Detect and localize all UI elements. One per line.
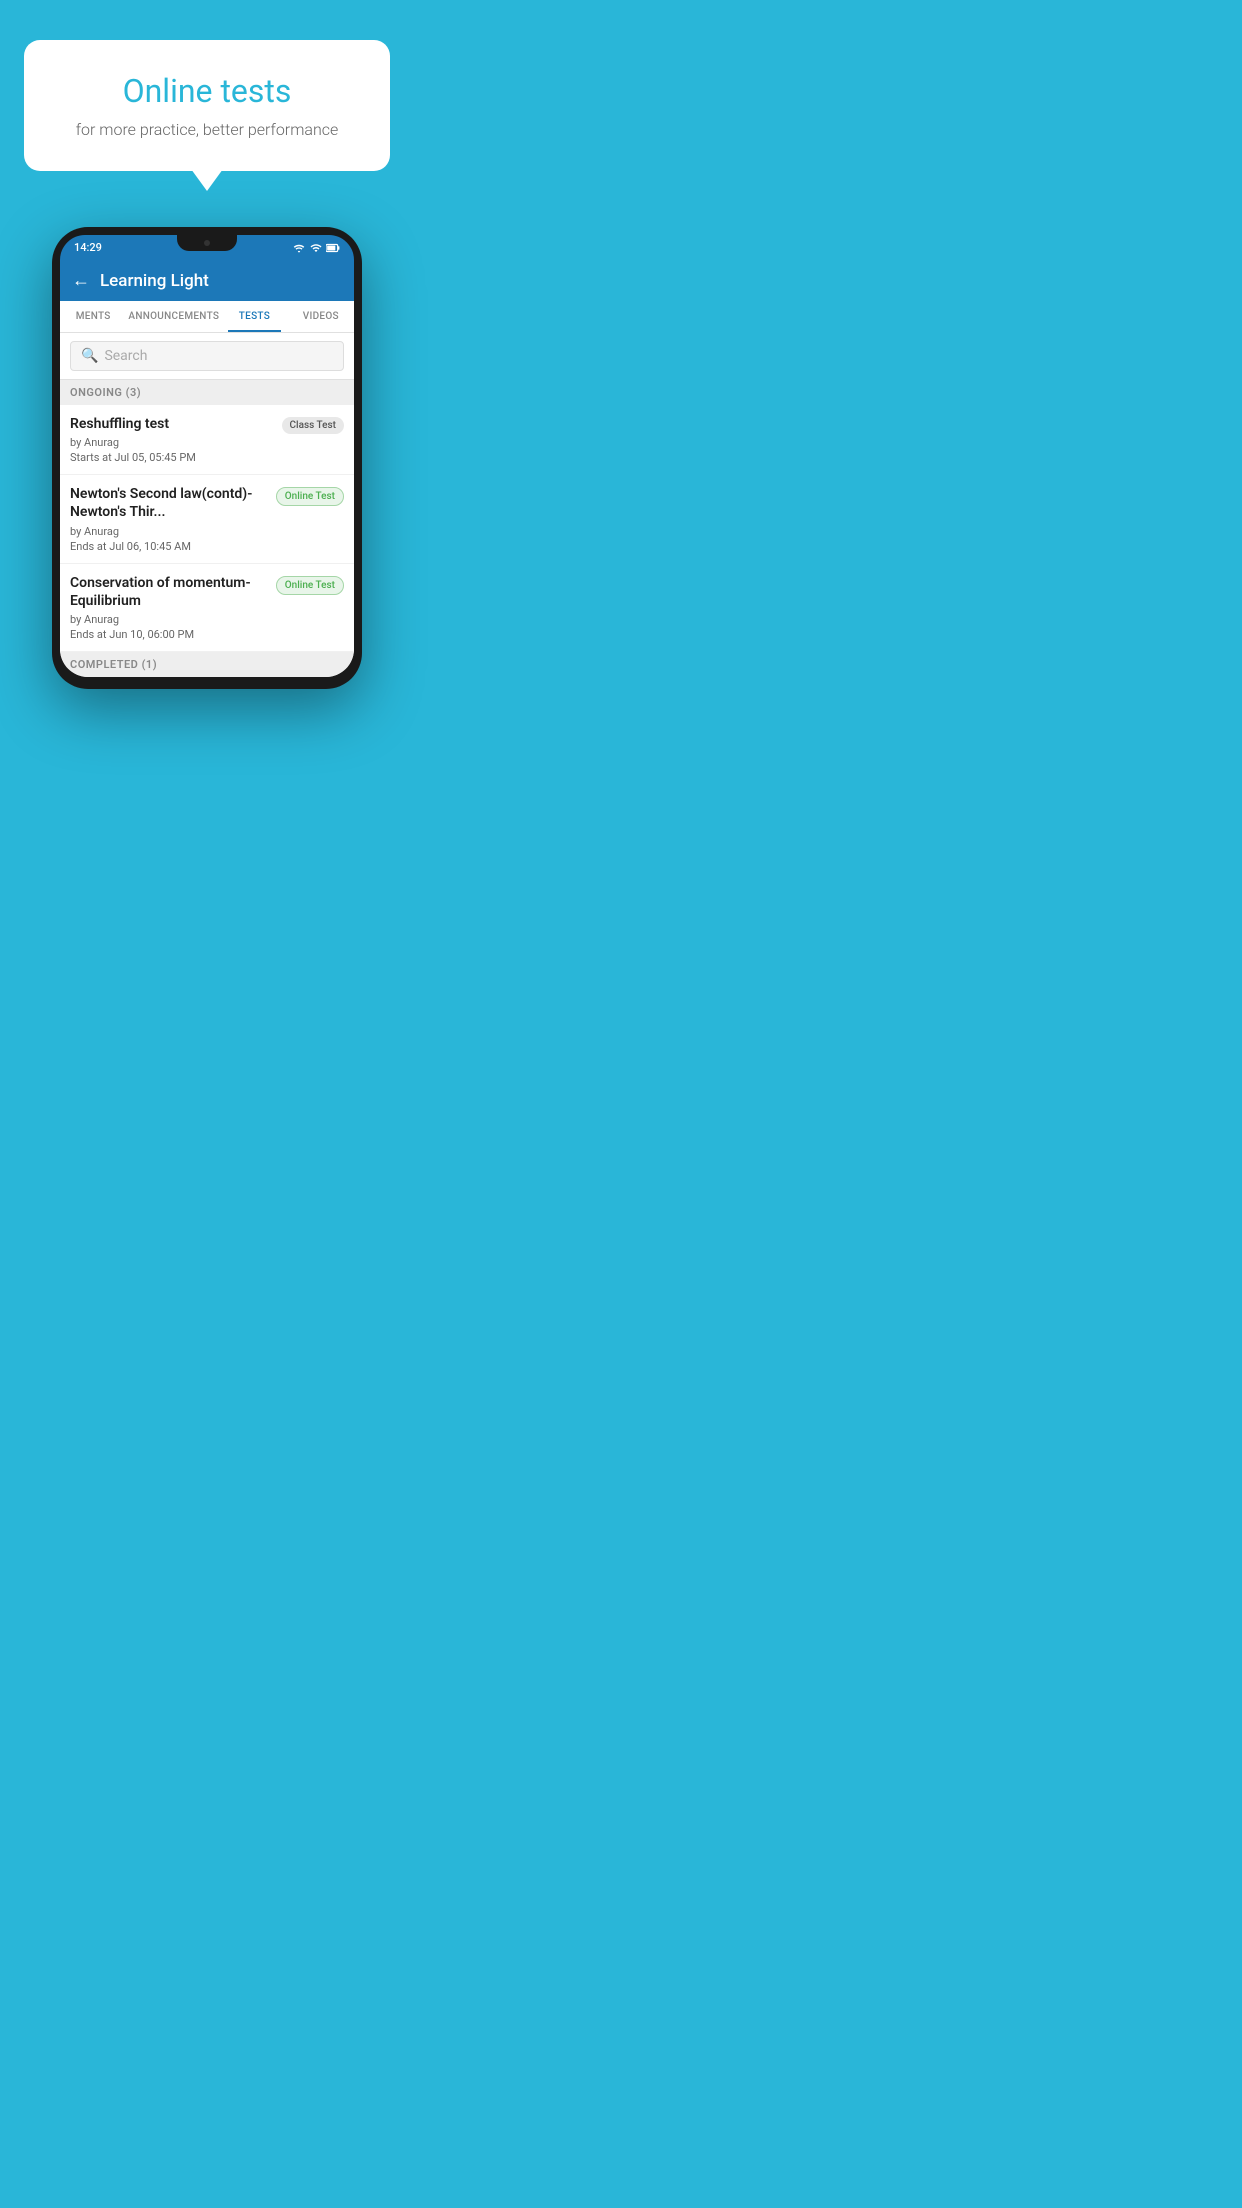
back-button[interactable]: ← <box>72 270 90 291</box>
test-badge-class: Class Test <box>282 417 344 434</box>
tab-videos[interactable]: VIDEOS <box>288 301 354 332</box>
battery-icon <box>326 242 340 254</box>
search-bar-container: 🔍 Search <box>60 333 354 380</box>
test-name: Reshuffling test <box>70 415 274 433</box>
test-item[interactable]: Reshuffling test by Anurag Starts at Jul… <box>60 405 354 475</box>
test-name: Newton's Second law(contd)-Newton's Thir… <box>70 485 268 521</box>
test-author: by Anurag <box>70 436 274 449</box>
test-name: Conservation of momentum-Equilibrium <box>70 574 268 610</box>
promo-subtitle: for more practice, better performance <box>52 120 362 139</box>
phone-outer: 14:29 <box>52 227 362 689</box>
test-badge-online: Online Test <box>276 576 344 595</box>
app-header: ← Learning Light <box>60 260 354 301</box>
speech-bubble: Online tests for more practice, better p… <box>24 40 390 171</box>
test-badge-online: Online Test <box>276 487 344 506</box>
test-author: by Anurag <box>70 525 268 538</box>
ongoing-section-header: ONGOING (3) <box>60 380 354 405</box>
test-info: Reshuffling test by Anurag Starts at Jul… <box>70 415 274 464</box>
status-time: 14:29 <box>74 241 102 254</box>
camera-dot <box>204 240 210 246</box>
tab-announcements[interactable]: ANNOUNCEMENTS <box>126 301 221 332</box>
search-placeholder: Search <box>104 348 147 364</box>
wifi-icon <box>292 242 306 254</box>
tabs-bar: MENTS ANNOUNCEMENTS TESTS VIDEOS <box>60 301 354 333</box>
test-date: Starts at Jul 05, 05:45 PM <box>70 451 274 464</box>
search-icon: 🔍 <box>81 348 98 364</box>
status-icons <box>292 242 340 254</box>
status-bar: 14:29 <box>60 235 354 260</box>
phone-notch <box>177 235 237 251</box>
search-input[interactable]: 🔍 Search <box>70 341 344 371</box>
signal-icon <box>310 242 322 254</box>
test-info: Newton's Second law(contd)-Newton's Thir… <box>70 485 268 552</box>
test-date: Ends at Jun 10, 06:00 PM <box>70 628 268 641</box>
test-author: by Anurag <box>70 613 268 626</box>
app-title: Learning Light <box>100 271 209 291</box>
promo-title: Online tests <box>52 72 362 110</box>
tab-ments[interactable]: MENTS <box>60 301 126 332</box>
test-info: Conservation of momentum-Equilibrium by … <box>70 574 268 641</box>
phone-wrapper: 14:29 <box>52 227 362 689</box>
phone-screen: ← Learning Light MENTS ANNOUNCEMENTS TES… <box>60 260 354 677</box>
test-item[interactable]: Newton's Second law(contd)-Newton's Thir… <box>60 475 354 563</box>
test-item[interactable]: Conservation of momentum-Equilibrium by … <box>60 564 354 652</box>
test-date: Ends at Jul 06, 10:45 AM <box>70 540 268 553</box>
tab-tests[interactable]: TESTS <box>221 301 287 332</box>
completed-section-header: COMPLETED (1) <box>60 652 354 677</box>
promo-area: Online tests for more practice, better p… <box>0 0 414 171</box>
